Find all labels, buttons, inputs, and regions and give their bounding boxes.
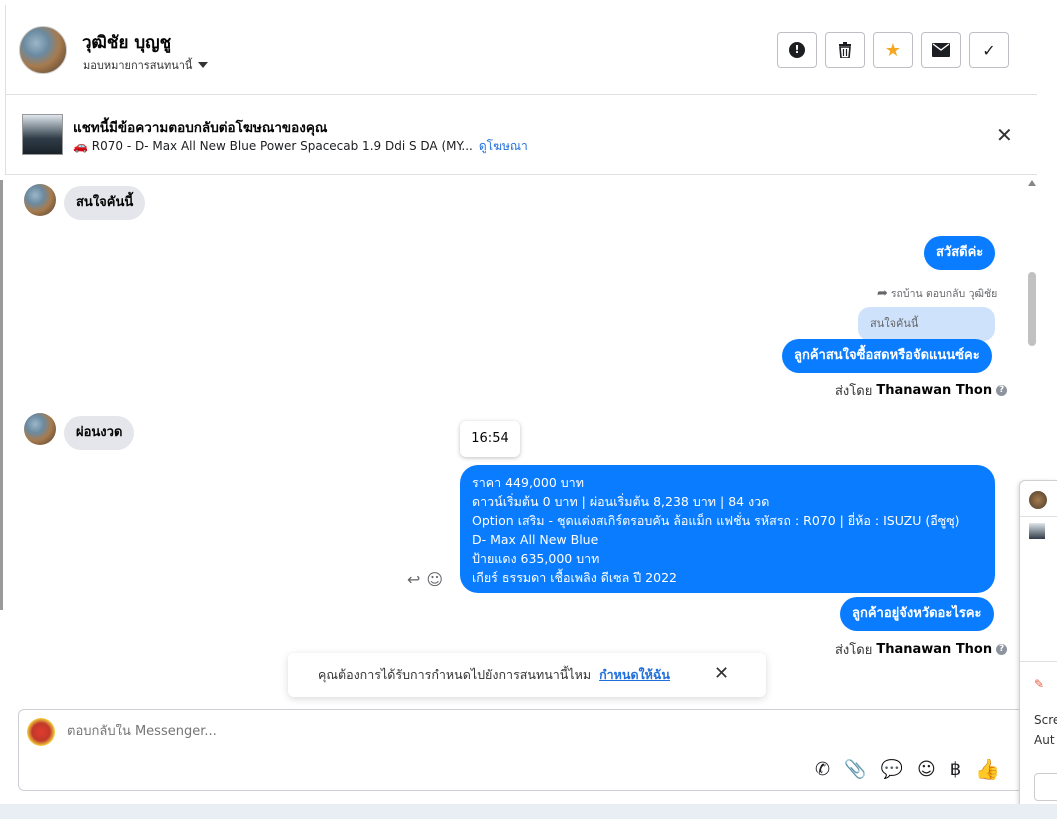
phone-add-icon[interactable]: ✆ xyxy=(815,759,830,780)
reply-indicator: ➦ รถบ้าน ตอบกลับ วุฒิชัย xyxy=(877,285,997,302)
scrollbar-thumb[interactable] xyxy=(1028,272,1036,346)
view-ad-link[interactable]: ดูโฆษณา xyxy=(479,139,528,153)
contact-avatar-small[interactable] xyxy=(24,184,56,216)
ad-reply-banner: แชทนี้มีข้อความตอบกลับต่อโฆษณาของคุณ 🚗 R… xyxy=(5,95,1037,175)
incoming-message[interactable]: ผ่อนงวด xyxy=(64,416,135,450)
assign-label: มอบหมายการสนทนานี้ xyxy=(83,59,193,72)
side-avatar[interactable] xyxy=(1029,491,1047,509)
chevron-down-icon xyxy=(198,62,209,68)
baht-payment-icon[interactable]: ฿ xyxy=(950,759,961,780)
contact-name[interactable]: วุฒิชัย บุญชู xyxy=(82,29,171,56)
sent-by-prefix: ส่งโดย xyxy=(835,643,873,658)
star-icon: ★ xyxy=(884,39,902,61)
assign-to-me-link[interactable]: กำหนดให้ฉัน xyxy=(599,665,670,685)
outgoing-message[interactable]: ลูกค้าอยู่จังหวัดอะไรคะ xyxy=(840,597,994,631)
message-composer: ✆ 📎 💬 ☺ ฿ 👍 xyxy=(18,709,1028,791)
star-button[interactable]: ★ xyxy=(873,32,913,68)
sender-name: Thanawan Thon xyxy=(876,642,993,657)
side-button[interactable] xyxy=(1034,773,1057,801)
sent-by-prefix: ส่งโดย xyxy=(835,384,873,399)
message-line: ดาวน์เริ่มต้น 0 บาท | ผ่อนเริ่มต้น 8,238… xyxy=(472,494,770,509)
assign-dropdown[interactable]: มอบหมายการสนทนานี้ xyxy=(83,56,209,74)
envelope-icon xyxy=(932,43,950,57)
trash-icon xyxy=(839,42,851,58)
check-icon: ✓ xyxy=(982,40,996,60)
reply-icon[interactable]: ↩ xyxy=(407,570,420,589)
sent-by-label: ส่งโดย Thanawan Thon ? xyxy=(835,639,1008,660)
sender-name: Thanawan Thon xyxy=(876,383,993,398)
page-avatar xyxy=(27,718,55,746)
left-divider xyxy=(0,180,3,610)
side-popup-panel: ✎ Scre Aut xyxy=(1019,480,1057,810)
reply-note-text: รถบ้าน ตอบกลับ วุฒิชัย xyxy=(890,288,998,300)
quoted-message[interactable]: สนใจคันนี้ xyxy=(858,307,995,341)
ad-thumbnail[interactable] xyxy=(22,114,63,155)
close-icon[interactable]: ✕ xyxy=(996,123,1013,147)
help-icon[interactable]: ? xyxy=(996,385,1008,396)
delete-button[interactable] xyxy=(825,32,865,68)
ad-banner-title: แชทนี้มีข้อความตอบกลับต่อโฆษณาของคุณ xyxy=(73,120,328,136)
bottom-strip xyxy=(0,804,1057,819)
mark-unread-button[interactable] xyxy=(921,32,961,68)
conversation-header: วุฒิชัย บุญชู มอบหมายการสนทนานี้ ! ★ ✓ xyxy=(5,5,1037,95)
message-actions: ↩ ☺ xyxy=(407,570,443,589)
contact-avatar[interactable] xyxy=(19,26,67,74)
paperclip-icon[interactable]: 📎 xyxy=(844,759,866,780)
scroll-up-arrow[interactable] xyxy=(1028,180,1036,186)
react-emoji-icon[interactable]: ☺ xyxy=(426,570,443,589)
side-ad-thumbnail[interactable] xyxy=(1029,523,1045,539)
message-line: Option เสริม - ชุดแต่งสเกิร์ตรอบคัน ล้อแ… xyxy=(472,513,960,528)
reply-input[interactable] xyxy=(67,724,667,739)
report-button[interactable]: ! xyxy=(777,32,817,68)
message-line: เกียร์ ธรรมดา เชื้อเพลิง ดีเซล ปี 2022 xyxy=(472,570,677,585)
outgoing-message[interactable]: สวัสดีค่ะ xyxy=(924,236,996,270)
side-text: Scre xyxy=(1034,713,1057,727)
contact-avatar-small[interactable] xyxy=(24,413,56,445)
thumbs-up-icon[interactable]: 👍 xyxy=(975,757,1000,781)
message-line: ป้ายแดง 635,000 บาท xyxy=(472,551,600,566)
timestamp-tooltip: 16:54 xyxy=(460,421,520,457)
reply-arrow-icon: ➦ xyxy=(877,286,888,301)
mark-done-button[interactable]: ✓ xyxy=(969,32,1009,68)
incoming-message[interactable]: สนใจคันนี้ xyxy=(64,186,146,220)
message-line: ราคา 449,000 บาท xyxy=(472,475,584,490)
messenger-inbox-window: วุฒิชัย บุญชู มอบหมายการสนทนานี้ ! ★ ✓ แ… xyxy=(0,0,1057,819)
divider xyxy=(1020,661,1057,662)
composer-toolbar: ✆ 📎 💬 ☺ ฿ 👍 xyxy=(815,757,1000,781)
ad-name: 🚗 R070 - D- Max All New Blue Power Space… xyxy=(73,139,473,153)
close-icon[interactable]: ✕ xyxy=(714,663,729,684)
emoji-icon[interactable]: ☺ xyxy=(917,759,936,780)
toast-text: คุณต้องการได้รับการกำหนดไปยังการสนทนานี้… xyxy=(318,667,592,682)
outgoing-message-long[interactable]: ราคา 449,000 บาท ดาวน์เริ่มต้น 0 บาท | ผ… xyxy=(460,465,995,593)
help-icon[interactable]: ? xyxy=(996,644,1008,655)
message-line: D- Max All New Blue xyxy=(472,532,599,547)
ad-banner-subtitle: 🚗 R070 - D- Max All New Blue Power Space… xyxy=(73,137,528,156)
saved-reply-icon[interactable]: 💬 xyxy=(881,759,903,780)
app-icon: ✎ xyxy=(1034,677,1045,691)
outgoing-message[interactable]: ลูกค้าสนใจซื้อสดหรือจัดแนนซ์คะ xyxy=(782,339,992,373)
divider xyxy=(1020,516,1057,517)
sent-by-label: ส่งโดย Thanawan Thon ? xyxy=(835,380,1008,401)
alert-icon: ! xyxy=(789,42,805,58)
side-text: Aut xyxy=(1034,733,1055,747)
assignment-toast: คุณต้องการได้รับการกำหนดไปยังการสนทนานี้… xyxy=(288,653,766,697)
